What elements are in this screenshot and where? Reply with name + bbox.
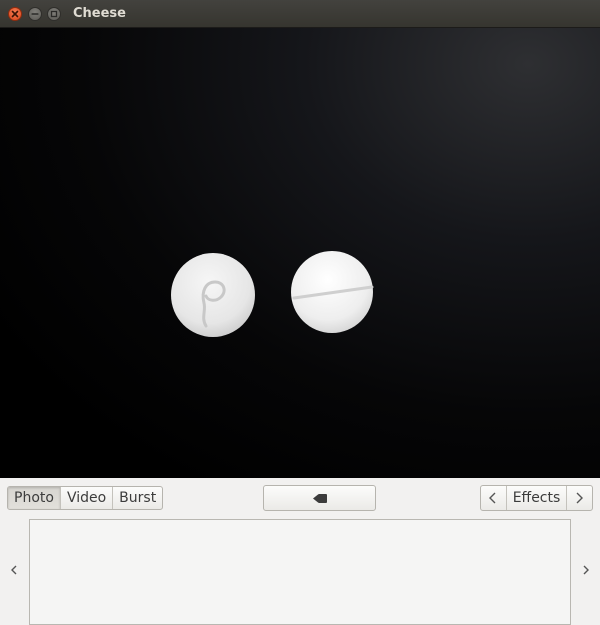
- thumbnail-strip[interactable]: [29, 519, 571, 625]
- camera-feed-image: [171, 251, 374, 337]
- effects-button[interactable]: Effects: [507, 486, 566, 510]
- minimize-button[interactable]: [28, 7, 42, 21]
- photo-mode-button[interactable]: Photo: [8, 487, 61, 509]
- chevron-left-icon: [489, 492, 496, 504]
- maximize-button[interactable]: [47, 7, 61, 21]
- chevron-right-icon: [576, 492, 583, 504]
- video-mode-button[interactable]: Video: [61, 487, 114, 509]
- thumbnail-area: [0, 518, 600, 625]
- chevron-left-icon: [11, 565, 17, 575]
- title-bar: Cheese: [0, 0, 600, 28]
- burst-mode-button[interactable]: Burst: [113, 487, 162, 509]
- toolbar: Photo Video Burst Effects: [0, 478, 600, 518]
- thumbnails-next-button[interactable]: [576, 558, 596, 582]
- thumbnails-prev-button[interactable]: [4, 558, 24, 582]
- mode-switcher: Photo Video Burst: [7, 486, 164, 510]
- record-video-icon: [313, 494, 327, 503]
- close-button[interactable]: [8, 7, 22, 21]
- minimize-icon: [31, 13, 39, 15]
- effects-prev-button[interactable]: [481, 486, 507, 510]
- effects-next-button[interactable]: [566, 486, 592, 510]
- window-title: Cheese: [73, 6, 126, 21]
- maximize-icon: [50, 10, 58, 18]
- left-pill: [171, 253, 255, 337]
- right-pill: [291, 251, 374, 333]
- camera-preview: [0, 28, 600, 478]
- capture-button[interactable]: [263, 485, 376, 511]
- effects-control: Effects: [480, 485, 593, 511]
- close-icon: [11, 10, 19, 18]
- chevron-right-icon: [583, 565, 589, 575]
